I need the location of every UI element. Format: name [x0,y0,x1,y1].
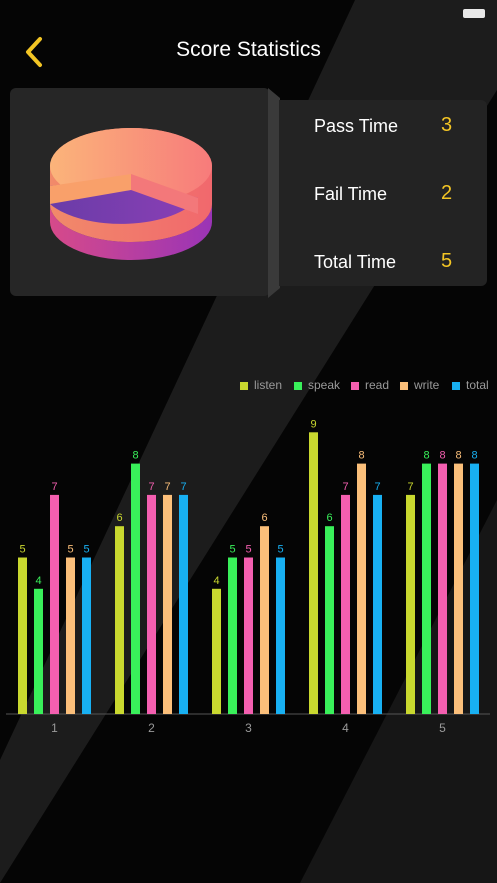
legend-label: read [365,378,390,392]
bar-write-4 [357,463,366,714]
x-tick-label: 4 [342,721,349,735]
total-time-label: Total Time [314,252,397,272]
pass-time-value: 3 [440,114,453,136]
data-label: 8 [423,450,429,462]
legend-label: speak [308,378,341,392]
bar-speak-3 [228,557,237,714]
pie-chart-icon [36,118,226,268]
bar-total-5 [470,463,479,714]
battery-icon [463,9,485,18]
total-time-row: Total Time 5 [279,246,487,278]
fail-time-row: Fail Time 2 [279,178,487,210]
data-label: 5 [229,544,235,556]
bar-write-2 [163,494,172,714]
bar-speak-1 [34,588,43,714]
bar-listen-3 [212,588,221,714]
legend-swatch [294,382,302,390]
fail-time-label: Fail Time [314,184,388,204]
bar-listen-2 [115,526,124,714]
x-tick-label: 3 [245,721,252,735]
bar-total-1 [82,557,91,714]
bar-listen-4 [309,432,318,714]
bar-write-3 [260,526,269,714]
data-label: 4 [35,575,41,587]
legend-swatch [452,382,460,390]
bar-total-3 [276,557,285,714]
data-label: 5 [245,544,251,556]
bar-read-3 [244,557,253,714]
legend-swatch [240,382,248,390]
legend-label: write [414,378,440,392]
bar-read-5 [438,463,447,714]
x-tick-label: 5 [439,721,446,735]
legend-label: listen [254,378,283,392]
data-label: 7 [342,481,348,493]
x-tick-label: 2 [148,721,155,735]
data-label: 5 [277,544,283,556]
data-label: 5 [19,544,25,556]
fail-time-value: 2 [440,182,453,204]
data-label: 9 [310,418,316,430]
page-title: Score Statistics [176,38,321,61]
data-label: 7 [407,481,413,493]
data-label: 4 [213,575,219,587]
total-time-value: 5 [440,250,453,272]
data-label: 8 [132,450,138,462]
bar-write-1 [66,557,75,714]
bar-read-2 [147,494,156,714]
bar-speak-5 [422,463,431,714]
data-label: 6 [261,512,267,524]
legend-swatch [400,382,408,390]
data-label: 6 [326,512,332,524]
bar-total-4 [373,494,382,714]
x-tick-label: 1 [51,721,58,735]
data-label: 8 [455,450,461,462]
legend-label: total [466,378,489,392]
data-label: 8 [439,450,445,462]
pass-time-label: Pass Time [314,116,399,136]
legend-swatch [351,382,359,390]
bar-write-5 [454,463,463,714]
data-label: 8 [358,450,364,462]
header: Score Statistics [0,28,497,72]
data-label: 7 [164,481,170,493]
bar-read-1 [50,494,59,714]
data-label: 7 [180,481,186,493]
bar-speak-4 [325,526,334,714]
score-bar-chart: 5475 51687 7 7245 565396787478 8 8 85 [6,418,490,735]
bar-listen-1 [18,557,27,714]
data-label: 7 [148,481,154,493]
bar-speak-2 [131,463,140,714]
data-label: 7 [374,481,380,493]
stats-panel: Pass Time 3 Fail Time 2 Total Time 5 [279,100,487,286]
data-label: 8 [471,450,477,462]
bar-listen-5 [406,494,415,714]
bar-total-2 [179,494,188,714]
data-label: 5 [83,544,89,556]
pass-time-row: Pass Time 3 [279,110,487,142]
data-label: 5 [67,544,73,556]
data-label: 6 [116,512,122,524]
data-label: 7 [51,481,57,493]
bar-read-4 [341,494,350,714]
